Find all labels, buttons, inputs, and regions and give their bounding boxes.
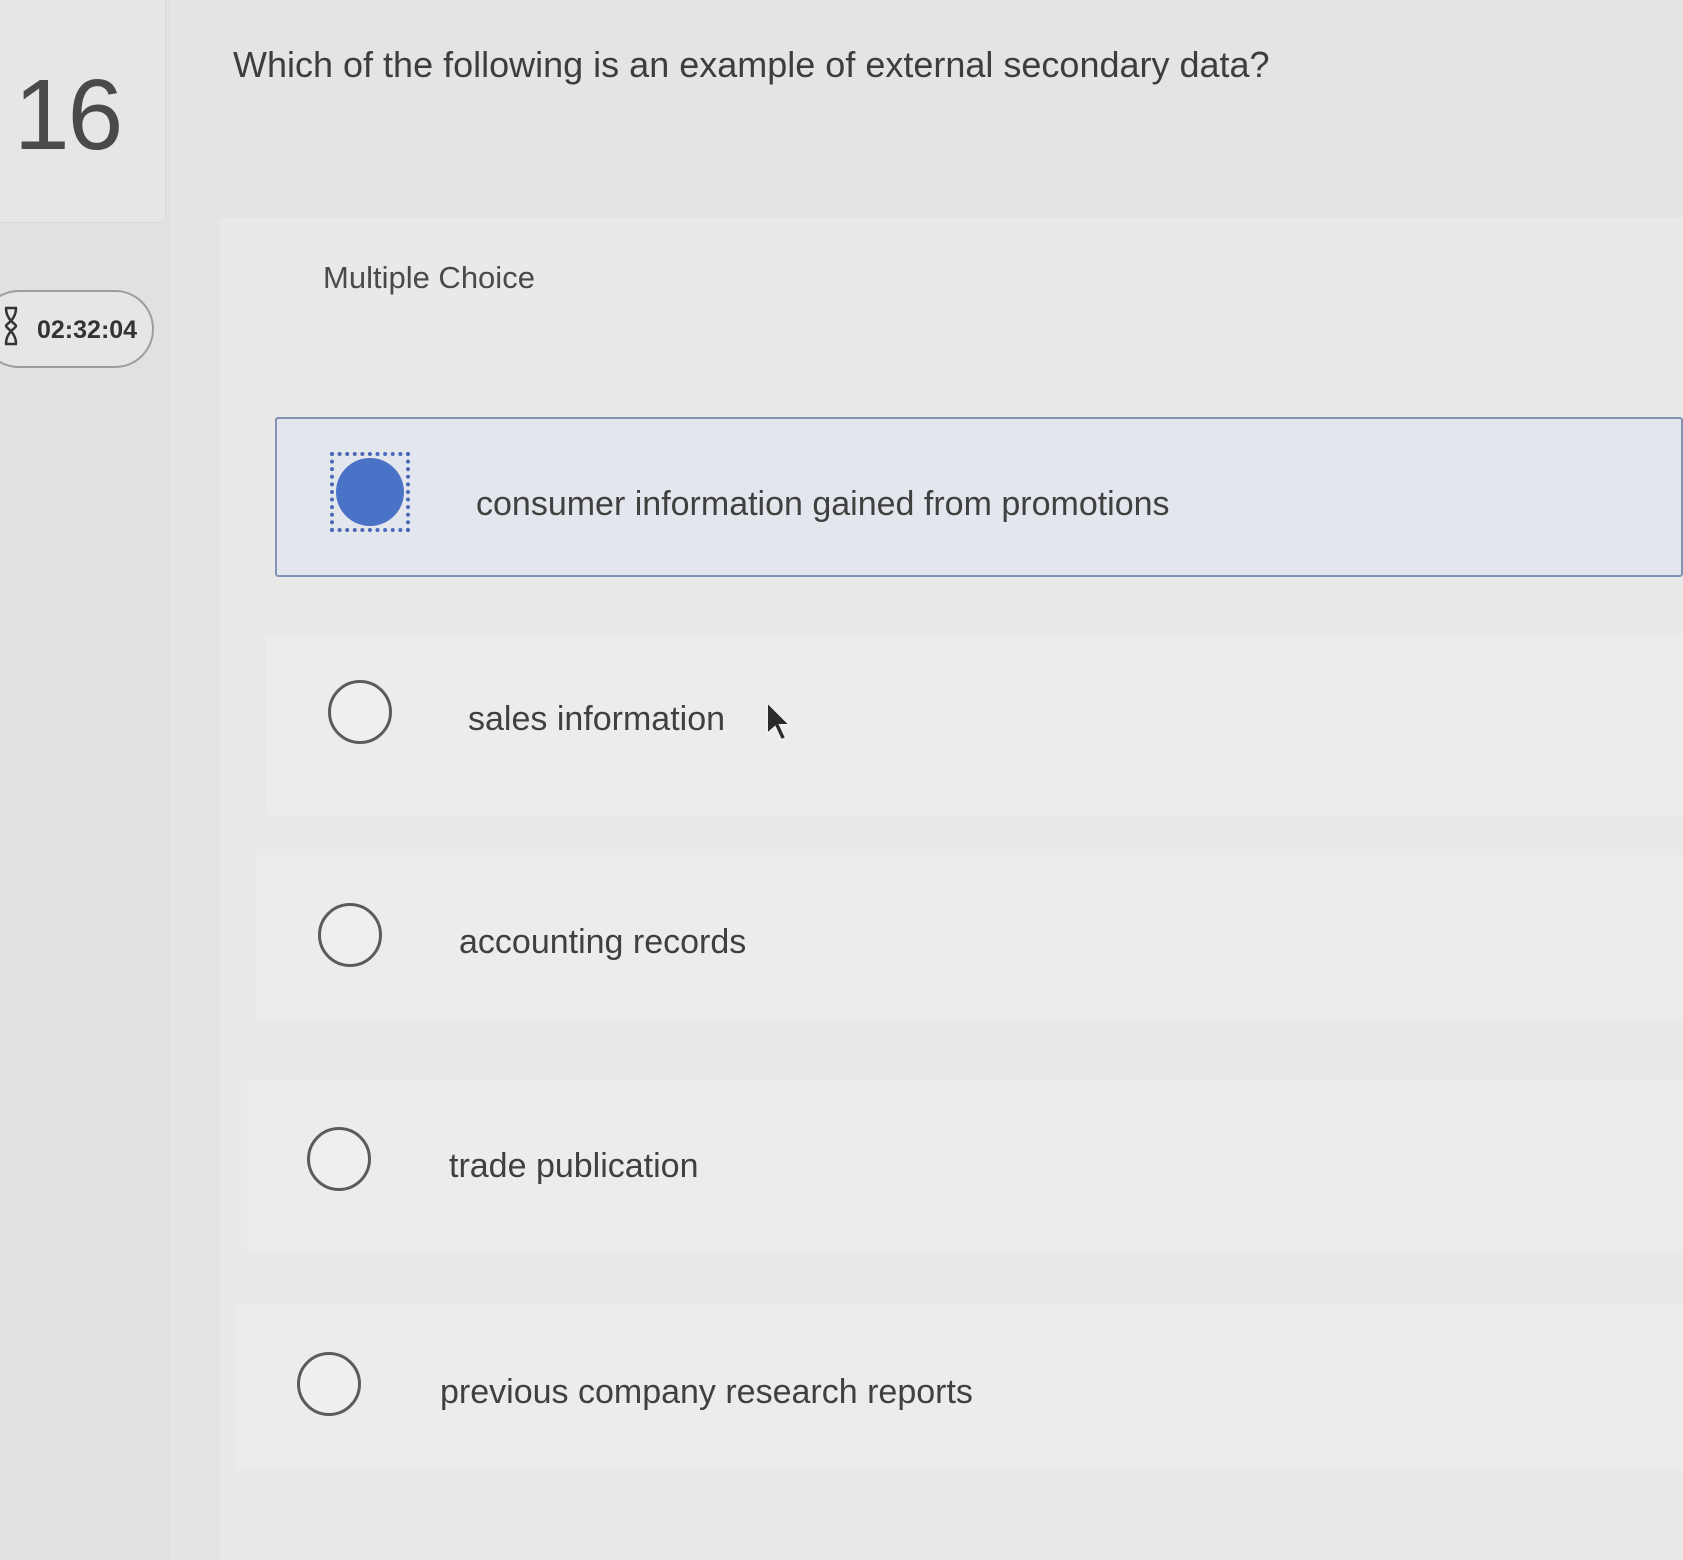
answer-option-3[interactable]: accounting records: [256, 855, 1683, 1020]
radio-unselected[interactable]: [318, 903, 382, 967]
answer-option-label: consumer information gained from promoti…: [476, 485, 1170, 523]
answer-option-label: sales information: [468, 700, 726, 738]
radio-unselected[interactable]: [328, 680, 392, 744]
radio-selected[interactable]: [336, 458, 404, 526]
question-number-box: 16: [0, 0, 166, 223]
answer-option-5[interactable]: previous company research reports: [235, 1305, 1683, 1470]
radio-unselected[interactable]: [307, 1127, 371, 1191]
question-type-label: Multiple Choice: [323, 260, 535, 295]
timer-pill[interactable]: 02:32:04: [0, 290, 154, 368]
answer-option-label: accounting records: [459, 923, 747, 961]
answer-option-4[interactable]: trade publication: [247, 1080, 1683, 1250]
radio-unselected[interactable]: [297, 1352, 361, 1416]
timer-value: 02:32:04: [37, 316, 138, 344]
question-number: 16: [14, 59, 123, 171]
answer-option-1[interactable]: consumer information gained from promoti…: [275, 417, 1683, 577]
answer-option-label: previous company research reports: [440, 1373, 973, 1411]
answer-option-label: trade publication: [449, 1147, 699, 1185]
answer-option-2[interactable]: sales information: [266, 635, 1683, 815]
hourglass-icon: [4, 306, 18, 346]
left-rail: [0, 0, 170, 1560]
question-text: Which of the following is an example of …: [233, 44, 1270, 85]
mouse-cursor-icon: [766, 700, 793, 742]
